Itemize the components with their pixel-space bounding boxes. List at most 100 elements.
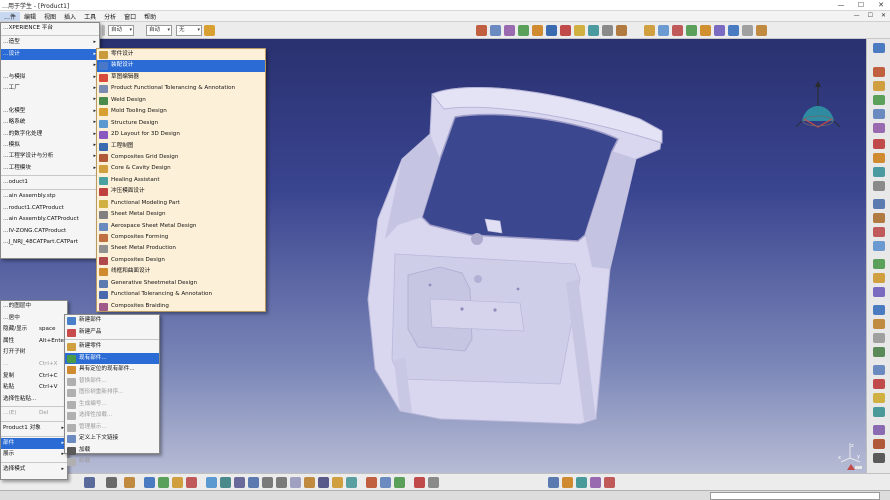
maximize-button[interactable]: ☐: [856, 0, 866, 10]
workbench-item[interactable]: Core & Cavity Design: [97, 163, 265, 174]
workbench-item[interactable]: Generative Sheetmetal Design: [97, 278, 265, 289]
ctx-item-selection-mode[interactable]: 选择模式 ▸: [1, 464, 67, 476]
pan-icon[interactable]: [234, 477, 245, 488]
coincidence-icon[interactable]: [490, 25, 501, 36]
workbench-item[interactable]: Composites Design: [97, 255, 265, 266]
ctx-item-hide-show[interactable]: 隐藏/显示 space: [1, 324, 67, 336]
right-tool-22-icon[interactable]: [873, 379, 885, 389]
zoom-in-icon[interactable]: [262, 477, 273, 488]
close-button[interactable]: ✕: [876, 0, 886, 10]
start-item-shape[interactable]: …造型 ▸: [1, 37, 99, 48]
fly-icon[interactable]: [206, 477, 217, 488]
ctx-item-open-subtree[interactable]: 打开子树: [1, 347, 67, 359]
start-item-model[interactable]: …化模型 ▸: [1, 106, 99, 117]
doc-minimize-button[interactable]: —: [854, 12, 860, 19]
ctx-item-components[interactable]: 部件 ▸: [1, 437, 67, 450]
right-tool-1-icon[interactable]: [873, 67, 885, 77]
measure-item-icon[interactable]: [380, 477, 391, 488]
right-tool-18-icon[interactable]: [873, 319, 885, 329]
component-item[interactable]: 定义上下文链接: [65, 433, 159, 445]
fix-together-icon[interactable]: [560, 25, 571, 36]
command-input[interactable]: [710, 492, 880, 500]
measure-icon[interactable]: [366, 477, 377, 488]
right-tool-5-icon[interactable]: [873, 123, 885, 133]
right-tool-3-icon[interactable]: [873, 95, 885, 105]
product-icon[interactable]: [644, 25, 655, 36]
paint-brush-icon[interactable]: [204, 25, 215, 36]
bom-icon[interactable]: [428, 477, 439, 488]
workbench-item[interactable]: Healing Assistant: [97, 175, 265, 186]
explode-icon[interactable]: [172, 477, 183, 488]
start-item-factory[interactable]: …工厂 ▸: [1, 83, 99, 94]
right-tool-7-icon[interactable]: [873, 153, 885, 163]
existing-component-icon[interactable]: [686, 25, 697, 36]
right-tool-4-icon[interactable]: [873, 109, 885, 119]
workbench-icon[interactable]: [873, 43, 885, 53]
recent-product1[interactable]: …oduct1: [1, 177, 99, 188]
hide-show-icon[interactable]: [332, 477, 343, 488]
workbench-item[interactable]: Functional Tolerancing & Annotation: [97, 289, 265, 300]
replace-component-icon[interactable]: [714, 25, 725, 36]
ctx-item-layer[interactable]: …的图层中: [1, 301, 67, 313]
linetype-combo[interactable]: 自动 ▾: [146, 25, 172, 36]
snap-icon[interactable]: [562, 477, 573, 488]
doc-close-button[interactable]: ✕: [881, 12, 886, 19]
generate-numbering-icon[interactable]: [742, 25, 753, 36]
measure-inertia-icon[interactable]: [394, 477, 405, 488]
compass-icon[interactable]: [796, 79, 840, 135]
smart-move-icon[interactable]: [576, 477, 587, 488]
start-item-analysis[interactable]: …与模拟 ▸: [1, 72, 99, 83]
workbench-item[interactable]: 冲压模面设计: [97, 186, 265, 197]
assembly-constraint-icon[interactable]: [476, 25, 487, 36]
fit-all-icon[interactable]: [220, 477, 231, 488]
workbench-item[interactable]: Composites Grid Design: [97, 152, 265, 163]
component-item[interactable]: 新建部件: [65, 315, 159, 327]
right-tool-24-icon[interactable]: [873, 407, 885, 417]
existing-positioning-icon[interactable]: [700, 25, 711, 36]
menu-help[interactable]: 帮助: [140, 12, 160, 21]
start-item-mechanical-design[interactable]: …设计 ▸: [1, 48, 99, 61]
component-item[interactable]: 新建零件: [65, 341, 159, 353]
multi-instantiation-icon[interactable]: [756, 25, 767, 36]
right-tool-2-icon[interactable]: [873, 81, 885, 91]
component-item[interactable]: 具有定位的现有部件...: [65, 364, 159, 376]
menu-analyze[interactable]: 分析: [100, 12, 120, 21]
scene-icon[interactable]: [158, 477, 169, 488]
color-combo[interactable]: 自动 ▾: [108, 25, 134, 36]
stop-manipulate-icon[interactable]: [604, 477, 615, 488]
start-item-engineering[interactable]: …工程模块 ▸: [1, 163, 99, 174]
right-tool-21-icon[interactable]: [873, 365, 885, 375]
workbench-item[interactable]: Sheet Metal Design: [97, 209, 265, 220]
formula-icon[interactable]: [106, 477, 117, 488]
component-icon[interactable]: [658, 25, 669, 36]
right-tool-20-icon[interactable]: [873, 347, 885, 357]
workbench-item[interactable]: Product Functional Tolerancing & Annotat…: [97, 83, 265, 94]
swap-visible-icon[interactable]: [346, 477, 357, 488]
right-tool-9-icon[interactable]: [873, 181, 885, 191]
start-item-system[interactable]: …略系统 ▸: [1, 117, 99, 128]
right-tool-14-icon[interactable]: [873, 259, 885, 269]
recent-file-4[interactable]: …IV-ZONG.CATProduct: [1, 226, 99, 237]
recent-file-1[interactable]: …ain Assembly.stp: [1, 191, 99, 202]
ctx-item-center[interactable]: …居中: [1, 313, 67, 325]
doc-restore-button[interactable]: ☐: [868, 12, 873, 19]
ctx-item-representations[interactable]: 展示 ▸: [1, 449, 67, 461]
normal-view-icon[interactable]: [290, 477, 301, 488]
workbench-item[interactable]: 装配设计: [97, 60, 265, 72]
fix-icon[interactable]: [546, 25, 557, 36]
ctx-item-copy[interactable]: 复制 Ctrl+C: [1, 371, 67, 383]
quick-constraint-icon[interactable]: [574, 25, 585, 36]
menu-insert[interactable]: 插入: [60, 12, 80, 21]
clash-icon[interactable]: [186, 477, 197, 488]
rotate-icon[interactable]: [248, 477, 259, 488]
component-item[interactable]: 加载: [65, 445, 159, 457]
start-item-3[interactable]: ▸: [1, 60, 99, 71]
start-item-platform[interactable]: …XPERIENCE 平台: [1, 23, 99, 34]
ctx-item-properties[interactable]: 属性 Alt+Enter: [1, 336, 67, 348]
workbench-item[interactable]: Composites Braiding: [97, 301, 265, 312]
workbench-item[interactable]: 线框和曲面设计: [97, 266, 265, 277]
right-tool-10-icon[interactable]: [873, 199, 885, 209]
menu-tools[interactable]: 工具: [80, 12, 100, 21]
start-item-ergonomics[interactable]: …工程学设计与分析 ▸: [1, 151, 99, 162]
minimize-button[interactable]: —: [836, 0, 846, 10]
